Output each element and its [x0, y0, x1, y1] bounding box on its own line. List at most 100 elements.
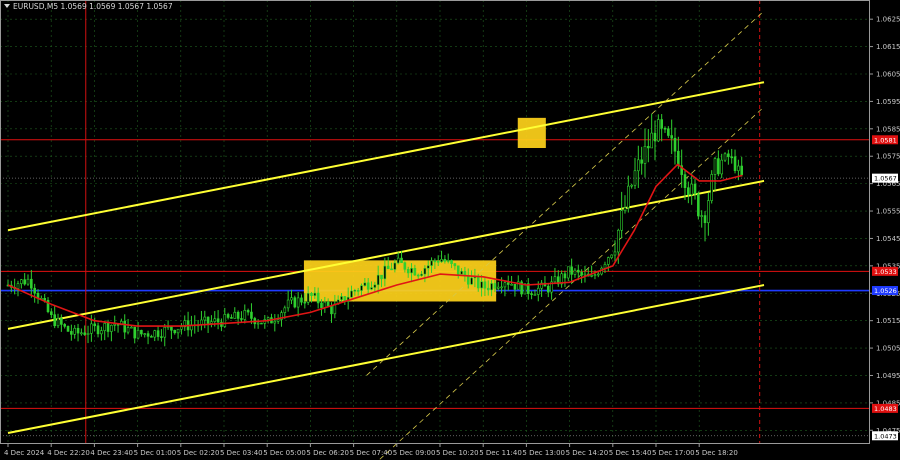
- candle-body: [236, 311, 240, 319]
- candle-body: [533, 294, 537, 296]
- candle-body: [356, 290, 360, 292]
- x-tick-label: 4 Dec 22:20: [47, 449, 90, 457]
- x-tick-label: 5 Dec 03:40: [220, 449, 263, 457]
- candle-body: [440, 259, 443, 263]
- y-tick-label: 1.0575: [876, 153, 900, 161]
- candle-body: [380, 274, 383, 280]
- candle-body: [173, 329, 177, 334]
- candle-body: [366, 282, 370, 290]
- candle-body: [53, 314, 56, 327]
- candle-body: [20, 279, 23, 284]
- x-tick-label: 4 Dec 2024: [4, 449, 45, 457]
- candle-body: [50, 311, 53, 315]
- candle-body: [230, 317, 233, 319]
- candle-body: [256, 322, 260, 325]
- candle-body: [613, 251, 617, 256]
- y-tick-label: 1.0615: [876, 43, 900, 51]
- candle-body: [720, 159, 723, 175]
- candle-body: [363, 282, 367, 286]
- candle-body: [510, 283, 513, 286]
- candle-body: [70, 331, 73, 335]
- level-label: 1.0526: [874, 287, 897, 295]
- candle-body: [160, 336, 163, 338]
- candle-body: [133, 326, 137, 339]
- candle-body: [476, 276, 480, 289]
- candle-body: [43, 298, 46, 301]
- candle-body: [506, 282, 510, 285]
- candle-body: [420, 273, 423, 276]
- x-tick-label: 5 Dec 13:00: [522, 449, 565, 457]
- candle-body: [580, 271, 583, 276]
- candle-body: [443, 259, 447, 262]
- candle-body: [153, 330, 157, 338]
- candle-body: [396, 257, 400, 264]
- candle-body: [423, 268, 427, 275]
- candle-body: [106, 323, 110, 332]
- candle-body: [590, 275, 593, 277]
- y-tick-label: 1.0585: [876, 125, 900, 133]
- x-tick-label: 5 Dec 06:20: [306, 449, 349, 457]
- candle-body: [376, 274, 380, 286]
- candle-body: [530, 293, 533, 295]
- candle-body: [737, 165, 740, 171]
- candle-body: [156, 330, 160, 337]
- candle-body: [310, 292, 313, 296]
- candle-body: [466, 275, 470, 285]
- candle-body: [490, 283, 493, 291]
- candle-body: [83, 332, 87, 335]
- candle-body: [26, 278, 30, 285]
- candle-body: [660, 119, 663, 129]
- candle-body: [360, 285, 363, 291]
- x-tick-label: 5 Dec 10:20: [436, 449, 479, 457]
- candle-body: [303, 301, 307, 304]
- candle-body: [266, 317, 270, 320]
- x-tick-label: 5 Dec 18:20: [695, 449, 738, 457]
- candle-body: [76, 327, 80, 334]
- candle-body: [640, 159, 643, 164]
- x-tick-label: 5 Dec 11:40: [479, 449, 522, 457]
- candle-body: [603, 264, 607, 269]
- candle-body: [690, 183, 693, 195]
- candle-body: [730, 156, 734, 159]
- candle-body: [350, 290, 353, 298]
- candle-body: [296, 297, 300, 308]
- candle-body: [673, 137, 677, 152]
- candle-body: [460, 270, 463, 275]
- candle-body: [683, 174, 687, 188]
- candle-body: [647, 146, 650, 149]
- candle-body: [313, 292, 317, 296]
- candle-body: [400, 257, 403, 263]
- candle-body: [566, 266, 570, 279]
- candle-body: [493, 283, 497, 289]
- y-tick-label: 1.0545: [876, 235, 900, 243]
- candle-body: [86, 333, 90, 335]
- candle-body: [496, 286, 500, 289]
- candle-body: [733, 156, 737, 171]
- candle-body: [480, 281, 483, 289]
- candle-body: [163, 326, 167, 338]
- candle-body: [713, 158, 717, 175]
- candle-body: [677, 150, 680, 166]
- candle-body: [386, 265, 390, 270]
- y-tick-label: 1.0515: [876, 317, 900, 325]
- candle-body: [617, 229, 620, 253]
- candle-body: [260, 322, 263, 325]
- x-tick-label: 5 Dec 15:40: [609, 449, 652, 457]
- candle-body: [326, 301, 330, 307]
- candle-body: [573, 269, 577, 275]
- y-tick-label: 1.0555: [876, 208, 900, 216]
- candle-body: [170, 326, 173, 331]
- candle-body: [110, 325, 113, 332]
- candle-body: [306, 292, 310, 303]
- candle-body: [637, 159, 640, 172]
- candle-body: [60, 318, 63, 325]
- candle-body: [143, 333, 147, 335]
- candle-body: [456, 265, 460, 275]
- candle-body: [283, 307, 287, 313]
- symbol-title: EURUSD,M5 1.0569 1.0569 1.0567 1.0567: [13, 2, 173, 11]
- candle-body: [293, 297, 297, 308]
- x-tick-label: 5 Dec 09:00: [393, 449, 436, 457]
- candle-body: [103, 323, 107, 331]
- candle-body: [607, 257, 610, 265]
- price-chart[interactable]: 1.0625 1.0615 1.0605 1.0595 1.0585 1.0575 1.05…: [0, 0, 900, 460]
